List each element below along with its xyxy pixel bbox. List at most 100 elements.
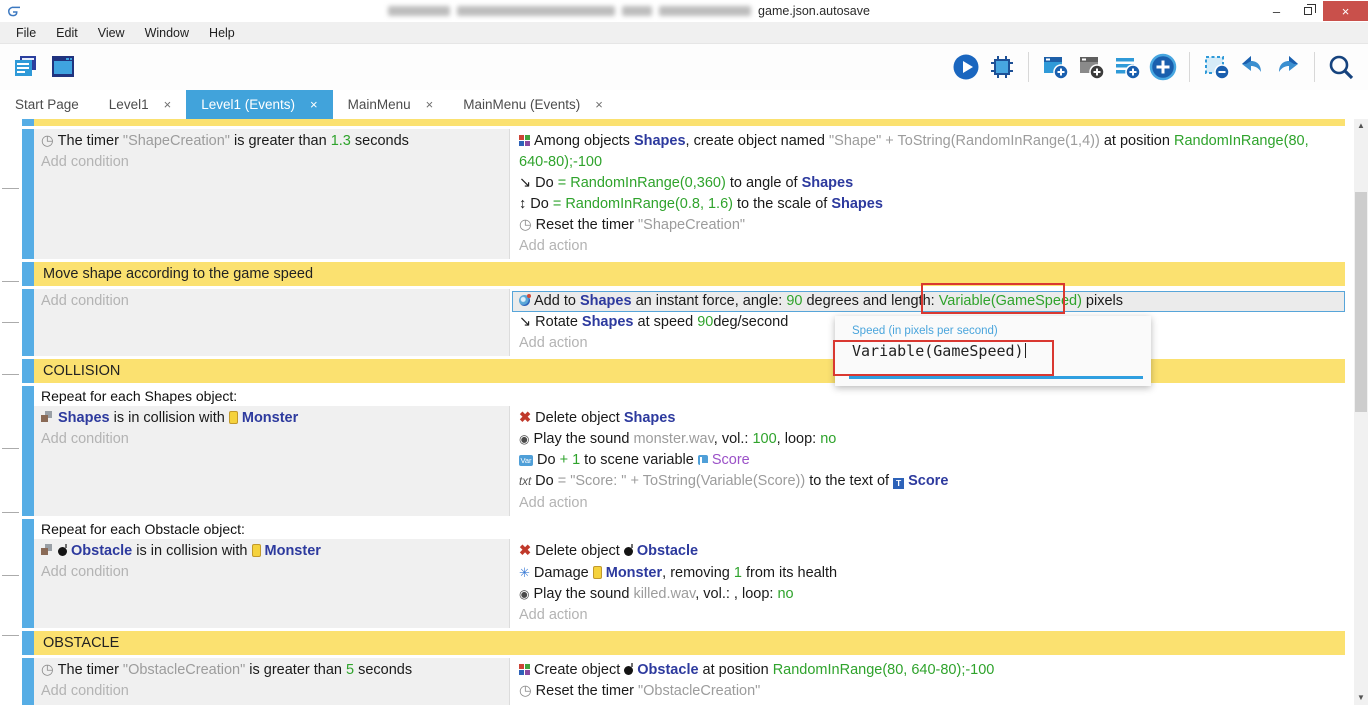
object-name: Monster [242,410,298,426]
event-drag-bar[interactable] [22,386,34,516]
event-header[interactable]: Repeat for each Shapes object: [34,386,1345,406]
menu-edit[interactable]: Edit [46,26,88,40]
comment-row[interactable]: Move shape according to the game speed [34,262,1345,286]
toolbar [0,44,1368,90]
timer-icon: ◷ [41,131,54,152]
tab-close-icon[interactable]: × [426,97,434,112]
add-subevents-icon[interactable] [1112,52,1142,82]
action-row[interactable]: ✳Damage Monster, removing 1 from its hea… [512,562,1345,584]
tab-close-icon[interactable]: × [595,97,603,112]
condition-row[interactable]: ◷The timer "ShapeCreation" is greater th… [34,131,509,152]
event-text: to angle of [726,175,802,191]
event-drag-bar[interactable] [22,289,34,356]
action-row[interactable]: ◷Reset the timer "ShapeCreation" [512,215,1345,236]
tab-label: Start Page [15,97,79,112]
add-action-button[interactable]: Add action [512,493,1345,514]
event-text: Do [537,452,560,468]
object-name: Obstacle [71,543,132,559]
tab-close-icon[interactable]: × [164,97,172,112]
scrollbar-thumb[interactable] [1355,192,1367,412]
action-row[interactable]: VarDo + 1 to scene variable Score [512,450,1345,471]
event-drag-bar[interactable] [22,119,34,126]
event-content: ◷The timer "ShapeCreation" is greater th… [34,129,1345,259]
action-row[interactable]: ◉Play the sound monster.wav, vol.: 100, … [512,429,1345,450]
menu-file[interactable]: File [6,26,46,40]
restore-button[interactable] [1292,1,1323,21]
tab-mainmenu[interactable]: MainMenu× [333,90,449,119]
redacted-title-segment [457,6,615,16]
monster-icon [229,411,238,424]
action-row[interactable]: Create object Obstacle at position Rando… [512,660,1345,681]
add-condition-button[interactable]: Add condition [34,681,509,702]
condition-row[interactable]: Shapes is in collision with Monster [34,408,509,429]
condition-row[interactable]: Obstacle is in collision with Monster [34,541,509,562]
event-text: "ObstacleCreation" [638,683,760,699]
add-circle-icon[interactable] [1148,52,1178,82]
angle-icon: ↘ [519,173,531,194]
menu-help[interactable]: Help [199,26,245,40]
event-header[interactable]: Repeat for each Obstacle object: [34,519,1345,539]
event-text: an instant force, angle: [632,293,787,309]
add-condition-button[interactable]: Add condition [34,562,509,583]
add-condition-button[interactable]: Add condition [34,429,509,450]
event-text: "Shape" + ToString(RandomInRange(1,4)) [829,133,1100,149]
action-row[interactable]: ◉Play the sound killed.wav, vol.: , loop… [512,584,1345,605]
undo-icon[interactable] [1237,52,1267,82]
action-row[interactable]: Among objects Shapes, create object name… [512,131,1345,173]
event-drag-bar[interactable] [22,658,34,705]
minimize-button[interactable]: – [1261,1,1292,21]
tab-close-icon[interactable]: × [310,97,318,112]
restore-icon [1304,7,1312,15]
add-action-button[interactable]: Add action [512,236,1345,257]
event-drag-bar[interactable] [22,631,34,655]
event-columns: Obstacle is in collision with MonsterAdd… [34,539,1345,628]
project-manager-icon[interactable] [10,52,40,82]
scroll-down-arrow-icon[interactable]: ▼ [1354,691,1368,705]
menu-window[interactable]: Window [135,26,199,40]
add-action-button[interactable]: Add action [512,605,1345,626]
obstacle-icon [624,666,633,675]
search-icon[interactable] [1326,52,1356,82]
event-text: at position [699,662,773,678]
redo-icon[interactable] [1273,52,1303,82]
events-sheet: ◷The timer "ShapeCreation" is greater th… [0,119,1354,705]
action-row[interactable]: ✖Delete object Obstacle [512,541,1345,562]
tab-mainmenu-events-[interactable]: MainMenu (Events)× [448,90,618,119]
add-condition-button[interactable]: Add condition [34,152,509,173]
obstacle-icon [58,547,67,556]
scroll-up-arrow-icon[interactable]: ▲ [1354,119,1368,133]
menu-view[interactable]: View [88,26,135,40]
add-comment-icon[interactable] [1076,52,1106,82]
debug-icon[interactable] [987,52,1017,82]
vertical-scrollbar[interactable]: ▲ ▼ [1354,119,1368,705]
tab-start-page[interactable]: Start Page [0,90,94,119]
event-text: , removing [662,565,734,581]
action-row[interactable]: ✖Delete object Shapes [512,408,1345,429]
add-event-icon[interactable] [1040,52,1070,82]
add-condition-button[interactable]: Add condition [34,291,509,312]
close-button[interactable]: × [1323,1,1368,21]
condition-row[interactable]: ◷The timer "ObstacleCreation" is greater… [34,660,509,681]
event-drag-bar[interactable] [22,262,34,286]
toolbar-separator [1314,52,1315,82]
gutter-tick [2,575,19,576]
event-text: is greater than [245,662,346,678]
action-row[interactable]: txtDo = "Score: " + ToString(Variable(Sc… [512,471,1345,493]
scene-editor-icon[interactable] [48,52,78,82]
action-row[interactable]: ↕Do = RandomInRange(0.8, 1.6) to the sca… [512,194,1345,215]
expression-value: 5 [346,662,354,678]
event-drag-bar[interactable] [22,129,34,259]
delete-event-icon[interactable] [1201,52,1231,82]
expression-value: 90 [786,293,802,309]
play-icon[interactable] [951,52,981,82]
comment-row[interactable] [34,119,1345,126]
event-drag-bar[interactable] [22,359,34,383]
event-drag-bar[interactable] [22,519,34,628]
tab-level1[interactable]: Level1× [94,90,186,119]
comment-row[interactable]: OBSTACLE [34,631,1345,655]
action-row[interactable]: ↘Do = RandomInRange(0,360) to angle of S… [512,173,1345,194]
tab-level1-events-[interactable]: Level1 (Events)× [186,90,332,119]
action-row[interactable]: ◷Reset the timer "ObstacleCreation" [512,681,1345,702]
annotation-box-action-expression [921,283,1065,314]
redacted-title-segment [622,6,652,16]
